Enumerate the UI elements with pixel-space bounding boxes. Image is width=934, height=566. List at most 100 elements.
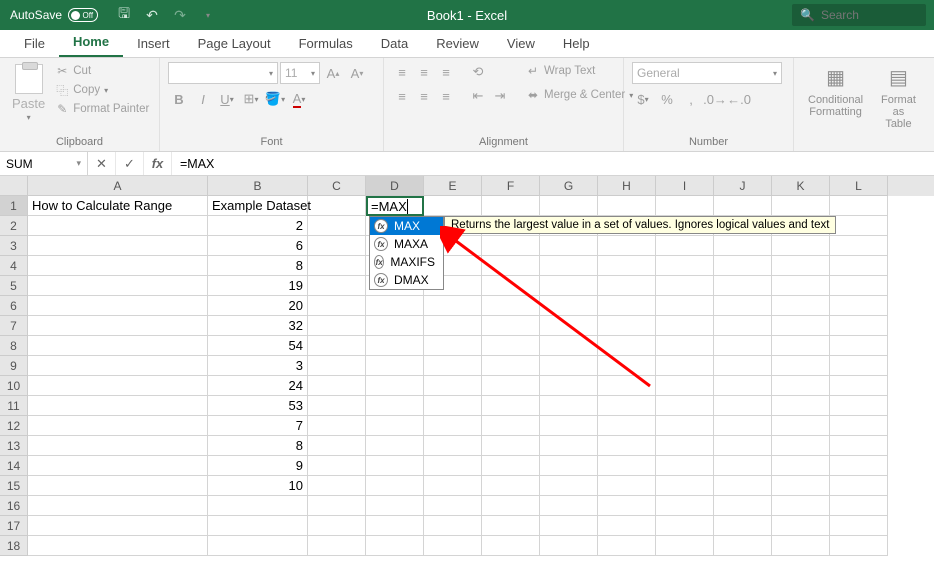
cell-C12[interactable] <box>308 416 366 436</box>
row-header[interactable]: 13 <box>0 436 28 456</box>
cell-G7[interactable] <box>540 316 598 336</box>
cell-D12[interactable] <box>366 416 424 436</box>
tab-insert[interactable]: Insert <box>123 31 184 57</box>
cell-K6[interactable] <box>772 296 830 316</box>
cell-H12[interactable] <box>598 416 656 436</box>
cell-B14[interactable]: 9 <box>208 456 308 476</box>
cell-K8[interactable] <box>772 336 830 356</box>
decrease-indent-icon[interactable]: ⇤ <box>468 86 488 106</box>
row-header[interactable]: 18 <box>0 536 28 556</box>
cell-A10[interactable] <box>28 376 208 396</box>
cell-L2[interactable] <box>830 216 888 236</box>
cell-K12[interactable] <box>772 416 830 436</box>
col-header-L[interactable]: L <box>830 176 888 196</box>
qat-dropdown-icon[interactable]: ▾ <box>200 7 216 23</box>
align-bottom-icon[interactable]: ≡ <box>436 62 456 82</box>
tab-review[interactable]: Review <box>422 31 493 57</box>
cell-C15[interactable] <box>308 476 366 496</box>
cell-I16[interactable] <box>656 496 714 516</box>
cell-E15[interactable] <box>424 476 482 496</box>
align-middle-icon[interactable]: ≡ <box>414 62 434 82</box>
cell-A5[interactable] <box>28 276 208 296</box>
cell-C4[interactable] <box>308 256 366 276</box>
ac-item-max[interactable]: fxMAX <box>370 217 443 235</box>
cell-F17[interactable] <box>482 516 540 536</box>
cell-K3[interactable] <box>772 236 830 256</box>
cell-J6[interactable] <box>714 296 772 316</box>
cell-I9[interactable] <box>656 356 714 376</box>
cell-L8[interactable] <box>830 336 888 356</box>
name-box[interactable]: SUM ▾ <box>0 152 88 175</box>
cell-J14[interactable] <box>714 456 772 476</box>
row-header[interactable]: 2 <box>0 216 28 236</box>
cell-F6[interactable] <box>482 296 540 316</box>
cell-J13[interactable] <box>714 436 772 456</box>
cell-L6[interactable] <box>830 296 888 316</box>
cell-A18[interactable] <box>28 536 208 556</box>
currency-icon[interactable]: $▾ <box>632 88 654 110</box>
tab-file[interactable]: File <box>10 31 59 57</box>
col-header-F[interactable]: F <box>482 176 540 196</box>
cell-F7[interactable] <box>482 316 540 336</box>
cell-K18[interactable] <box>772 536 830 556</box>
cell-I13[interactable] <box>656 436 714 456</box>
cell-J5[interactable] <box>714 276 772 296</box>
cell-J18[interactable] <box>714 536 772 556</box>
cell-F10[interactable] <box>482 376 540 396</box>
cell-C17[interactable] <box>308 516 366 536</box>
increase-font-icon[interactable]: A▴ <box>322 62 344 84</box>
col-header-A[interactable]: A <box>28 176 208 196</box>
col-header-C[interactable]: C <box>308 176 366 196</box>
cell-F13[interactable] <box>482 436 540 456</box>
cell-F16[interactable] <box>482 496 540 516</box>
cell-D17[interactable] <box>366 516 424 536</box>
cell-G16[interactable] <box>540 496 598 516</box>
cell-J15[interactable] <box>714 476 772 496</box>
ac-item-dmax[interactable]: fxDMAX <box>370 271 443 289</box>
cell-L10[interactable] <box>830 376 888 396</box>
orientation-icon[interactable]: ⟲ <box>468 62 488 82</box>
cell-F12[interactable] <box>482 416 540 436</box>
cell-B5[interactable]: 19 <box>208 276 308 296</box>
cell-L14[interactable] <box>830 456 888 476</box>
cell-B2[interactable]: 2 <box>208 216 308 236</box>
cancel-formula-button[interactable]: ✕ <box>88 152 116 175</box>
col-header-J[interactable]: J <box>714 176 772 196</box>
cell-G13[interactable] <box>540 436 598 456</box>
cell-H14[interactable] <box>598 456 656 476</box>
format-painter-button[interactable]: ✎Format Painter <box>55 100 149 118</box>
cell-F4[interactable] <box>482 256 540 276</box>
cell-A4[interactable] <box>28 256 208 276</box>
enter-formula-button[interactable]: ✓ <box>116 152 144 175</box>
paste-button[interactable]: Paste ▾ <box>8 62 49 124</box>
tab-view[interactable]: View <box>493 31 549 57</box>
cell-H17[interactable] <box>598 516 656 536</box>
cell-J11[interactable] <box>714 396 772 416</box>
cell-A3[interactable] <box>28 236 208 256</box>
cell-I12[interactable] <box>656 416 714 436</box>
cell-C14[interactable] <box>308 456 366 476</box>
cell-G6[interactable] <box>540 296 598 316</box>
cell-E12[interactable] <box>424 416 482 436</box>
cell-F3[interactable] <box>482 236 540 256</box>
fill-color-button[interactable]: 🪣▾ <box>264 88 286 110</box>
cell-J16[interactable] <box>714 496 772 516</box>
worksheet-grid[interactable]: A B C D E F G H I J K L 1How to Calculat… <box>0 176 934 566</box>
cell-H10[interactable] <box>598 376 656 396</box>
row-header[interactable]: 12 <box>0 416 28 436</box>
cell-B16[interactable] <box>208 496 308 516</box>
cell-D9[interactable] <box>366 356 424 376</box>
cell-K10[interactable] <box>772 376 830 396</box>
cell-A6[interactable] <box>28 296 208 316</box>
cell-H11[interactable] <box>598 396 656 416</box>
ac-item-maxifs[interactable]: fxMAXIFS <box>370 253 443 271</box>
cell-L9[interactable] <box>830 356 888 376</box>
cell-F9[interactable] <box>482 356 540 376</box>
cell-A1[interactable]: How to Calculate Range <box>28 196 208 216</box>
cell-D18[interactable] <box>366 536 424 556</box>
row-header[interactable]: 16 <box>0 496 28 516</box>
col-header-I[interactable]: I <box>656 176 714 196</box>
align-left-icon[interactable]: ≡ <box>392 86 412 106</box>
cell-C11[interactable] <box>308 396 366 416</box>
cell-E6[interactable] <box>424 296 482 316</box>
